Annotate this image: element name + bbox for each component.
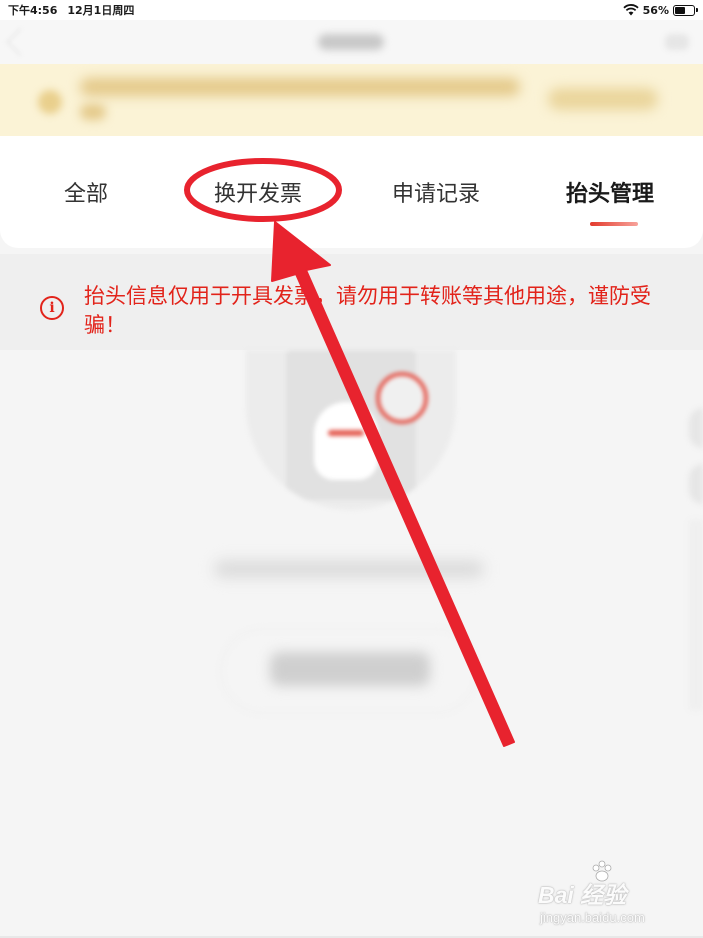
- annotation-overlay: [184, 158, 515, 747]
- watermark-logo: Bai 经验: [538, 882, 627, 908]
- annotation-circle: [184, 158, 342, 222]
- baidu-watermark: Bai 经验 jingyan.baidu.com: [538, 860, 688, 930]
- watermark-url: jingyan.baidu.com: [540, 910, 645, 925]
- annotation-arrow: [271, 221, 515, 747]
